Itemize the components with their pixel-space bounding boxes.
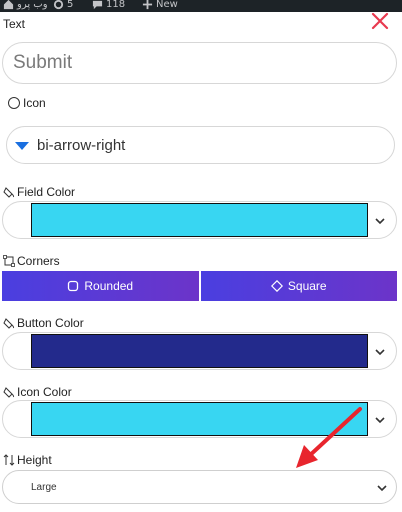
text-label-text: Text	[3, 17, 26, 31]
paint-bucket-icon	[3, 318, 15, 329]
button-color-swatch[interactable]	[31, 334, 368, 368]
plus-icon	[142, 0, 153, 9]
diamond-icon	[270, 280, 283, 292]
height-select-value: Large	[31, 481, 57, 493]
site-name: وب پرو	[17, 0, 48, 10]
text-input[interactable]	[2, 42, 397, 84]
icon-radio[interactable]	[8, 97, 20, 109]
sort-arrows-icon	[3, 454, 15, 466]
icon-label-text: Icon	[23, 96, 46, 110]
rounded-square-icon	[68, 280, 79, 292]
rounded-button[interactable]: Rounded	[2, 271, 199, 301]
icon-select-value: bi-arrow-right	[37, 136, 126, 154]
button-color-picker[interactable]	[2, 332, 397, 370]
field-color-label-text: Field Color	[17, 185, 76, 199]
admin-bar-updates[interactable]: 5	[53, 0, 73, 12]
field-color-swatch[interactable]	[31, 203, 368, 237]
icon-select[interactable]: bi-arrow-right	[6, 126, 395, 164]
icon-color-swatch[interactable]	[31, 402, 368, 436]
close-icon[interactable]	[370, 11, 390, 31]
new-label: New	[156, 0, 178, 10]
admin-bar-comments[interactable]: 118	[92, 0, 125, 12]
corners-options: Rounded Square	[2, 271, 397, 301]
height-label-text: Height	[17, 453, 52, 467]
square-button-label: Square	[287, 279, 327, 293]
admin-bar: وب پرو 5 118 New	[0, 0, 402, 12]
comments-count: 118	[106, 0, 126, 10]
update-icon	[53, 0, 64, 9]
chevron-down-icon	[375, 417, 385, 424]
updates-count: 5	[67, 0, 74, 10]
comment-icon	[92, 0, 103, 9]
field-color-picker[interactable]	[2, 201, 397, 239]
square-button[interactable]: Square	[200, 271, 397, 301]
corners-icon	[3, 255, 15, 267]
paint-bucket-icon	[3, 387, 15, 398]
admin-bar-new[interactable]: New	[142, 0, 178, 12]
corners-label-text: Corners	[17, 254, 60, 268]
icon-color-picker[interactable]	[2, 400, 397, 438]
chevron-down-icon	[375, 349, 385, 356]
icon-color-label-text: Icon Color	[17, 385, 72, 399]
home-icon	[3, 0, 14, 9]
rounded-button-label: Rounded	[84, 279, 134, 293]
chevron-down-icon	[377, 485, 387, 492]
caret-down-icon	[15, 142, 29, 150]
height-label: Height	[3, 453, 52, 467]
button-color-label: Button Color	[3, 316, 84, 330]
admin-bar-site[interactable]: وب پرو	[3, 0, 48, 12]
paint-bucket-icon	[3, 187, 15, 198]
field-color-label: Field Color	[3, 185, 75, 199]
height-select[interactable]: Large	[2, 470, 397, 504]
icon-label: Icon	[23, 96, 46, 110]
button-color-label-text: Button Color	[17, 316, 84, 330]
chevron-down-icon	[375, 218, 385, 225]
text-label: Text	[3, 17, 25, 31]
corners-label: Corners	[3, 254, 60, 268]
icon-color-label: Icon Color	[3, 385, 72, 399]
